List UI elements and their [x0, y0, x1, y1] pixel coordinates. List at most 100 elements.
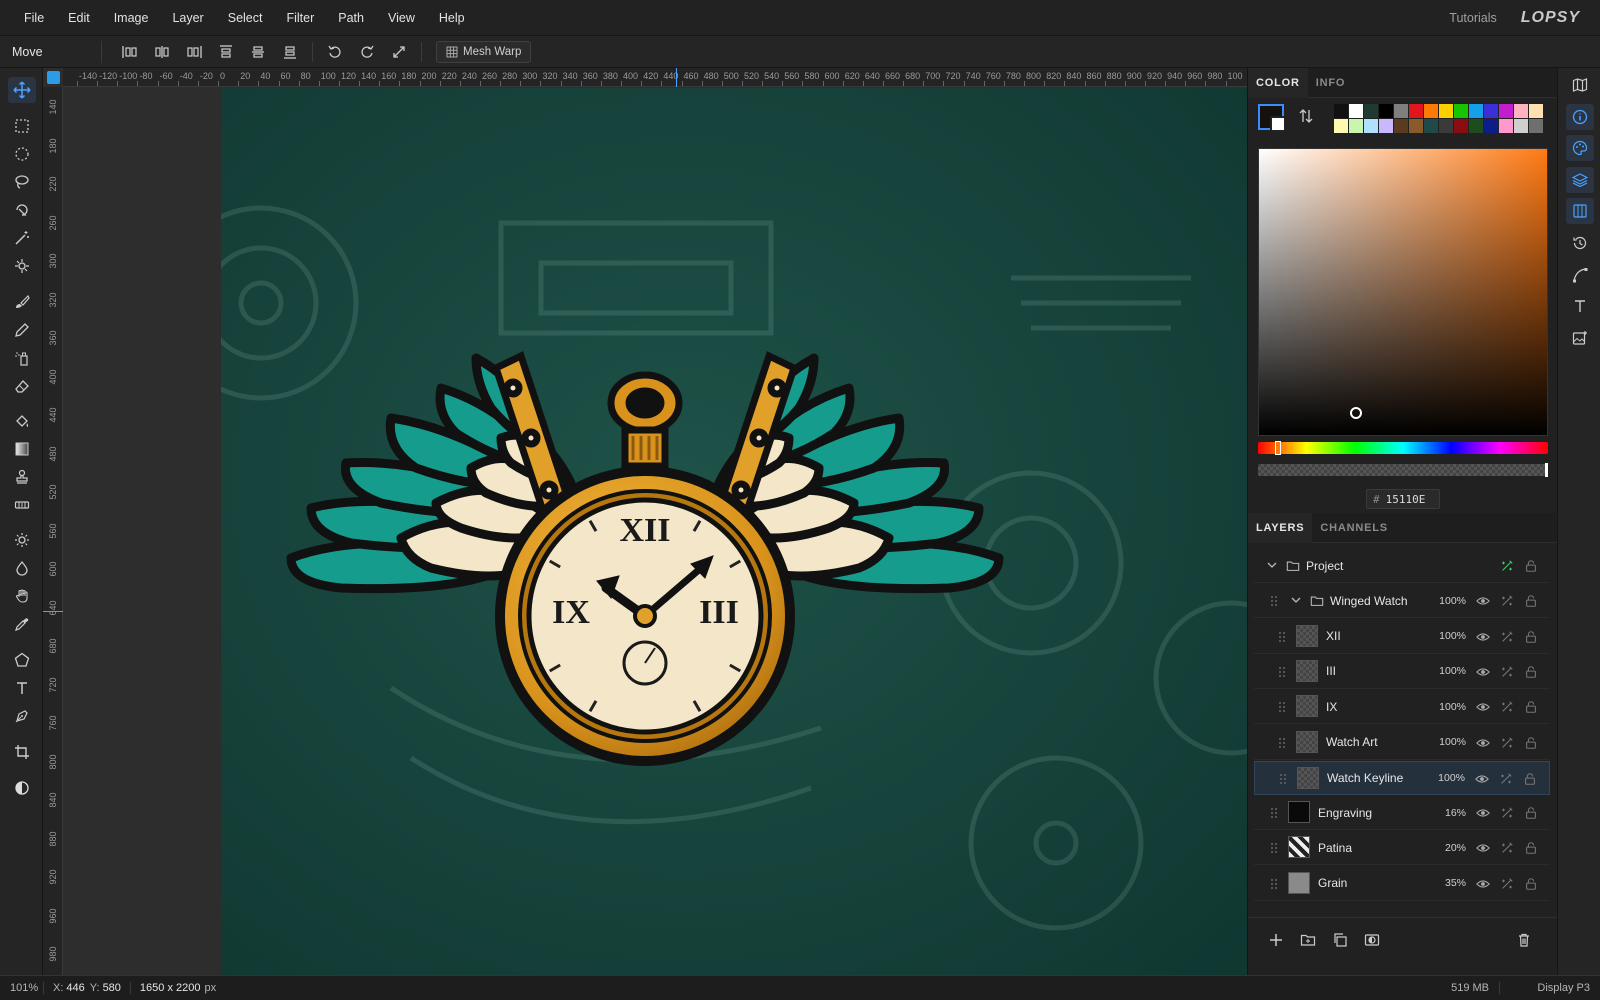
- layer-effects-icon[interactable]: [1500, 700, 1514, 714]
- drag-handle-icon[interactable]: [1278, 701, 1292, 715]
- layer-opacity[interactable]: 100%: [1426, 665, 1466, 677]
- layer-row[interactable]: IX 100%: [1254, 690, 1550, 725]
- layer-effects-icon[interactable]: [1500, 841, 1514, 855]
- quick-select-tool[interactable]: [8, 253, 36, 279]
- tab-info[interactable]: INFO: [1308, 68, 1353, 98]
- ellipse-select-tool[interactable]: [8, 141, 36, 167]
- menu-help[interactable]: Help: [427, 0, 477, 36]
- blur-tool[interactable]: [8, 555, 36, 581]
- clone-stamp-tool[interactable]: [8, 464, 36, 490]
- color-picker-handle[interactable]: [1350, 407, 1362, 419]
- hue-slider[interactable]: [1258, 441, 1548, 455]
- lock-icon[interactable]: [1523, 772, 1537, 786]
- layer-row[interactable]: Project: [1254, 549, 1550, 583]
- move-tool[interactable]: [8, 77, 36, 103]
- bucket-tool[interactable]: [8, 408, 36, 434]
- color-swatch[interactable]: [1379, 104, 1393, 118]
- spray-tool[interactable]: [8, 345, 36, 371]
- color-swatch[interactable]: [1484, 104, 1498, 118]
- color-swatch[interactable]: [1364, 119, 1378, 133]
- color-swatch[interactable]: [1469, 119, 1483, 133]
- color-swatch[interactable]: [1499, 104, 1513, 118]
- add-group-icon[interactable]: [1300, 932, 1316, 948]
- color-profile[interactable]: Display P3: [1537, 982, 1590, 994]
- drag-handle-icon[interactable]: [1278, 737, 1292, 751]
- trash-icon[interactable]: [1516, 932, 1532, 948]
- tutorials-link[interactable]: Tutorials: [1449, 11, 1496, 25]
- hex-input[interactable]: # 15110E: [1366, 489, 1440, 509]
- dodge-tool[interactable]: [8, 527, 36, 553]
- color-swatch[interactable]: [1349, 119, 1363, 133]
- color-swatch[interactable]: [1454, 104, 1468, 118]
- color-swatch[interactable]: [1484, 119, 1498, 133]
- color-swatch[interactable]: [1529, 104, 1543, 118]
- layer-row[interactable]: III 100%: [1254, 655, 1550, 689]
- color-swatch[interactable]: [1439, 119, 1453, 133]
- drag-handle-icon[interactable]: [1270, 807, 1284, 821]
- alpha-slider-handle[interactable]: [1545, 463, 1548, 477]
- channels-panel-button[interactable]: [1566, 198, 1594, 224]
- drag-handle-icon[interactable]: [1270, 595, 1284, 609]
- text-tool[interactable]: [8, 675, 36, 701]
- visibility-eye-icon[interactable]: [1475, 772, 1489, 786]
- layers-panel-button[interactable]: [1566, 167, 1594, 193]
- alpha-slider[interactable]: [1258, 463, 1548, 477]
- layer-opacity[interactable]: 100%: [1426, 736, 1466, 748]
- zoom-level[interactable]: 101%: [0, 982, 44, 994]
- layer-effects-icon[interactable]: [1499, 772, 1513, 786]
- drag-handle-icon[interactable]: [1278, 631, 1292, 645]
- layer-row[interactable]: Watch Keyline 100%: [1254, 760, 1550, 795]
- object-select-tool[interactable]: [8, 197, 36, 223]
- layer-effects-icon[interactable]: [1500, 630, 1514, 644]
- tab-layers[interactable]: LAYERS: [1248, 512, 1313, 543]
- color-swatch[interactable]: [1409, 104, 1423, 118]
- align-right-button[interactable]: [178, 40, 210, 64]
- add-mask-icon[interactable]: [1364, 932, 1380, 948]
- drag-handle-icon[interactable]: [1279, 773, 1293, 787]
- add-layer-icon[interactable]: [1268, 932, 1284, 948]
- tab-channels[interactable]: CHANNELS: [1312, 513, 1396, 543]
- lock-icon[interactable]: [1524, 700, 1538, 714]
- visibility-eye-icon[interactable]: [1476, 630, 1490, 644]
- visibility-eye-icon[interactable]: [1476, 594, 1490, 608]
- drag-handle-icon[interactable]: [1270, 842, 1284, 856]
- lock-icon[interactable]: [1524, 630, 1538, 644]
- align-hcenter-button[interactable]: [146, 40, 178, 64]
- color-swatch[interactable]: [1514, 104, 1528, 118]
- menu-image[interactable]: Image: [102, 0, 161, 36]
- expand-button[interactable]: [383, 40, 415, 64]
- lock-icon[interactable]: [1524, 594, 1538, 608]
- menu-view[interactable]: View: [376, 0, 427, 36]
- color-swatch[interactable]: [1424, 119, 1438, 133]
- color-swatch[interactable]: [1499, 119, 1513, 133]
- layer-effects-icon[interactable]: [1500, 594, 1514, 608]
- character-panel-button[interactable]: [1566, 293, 1594, 319]
- align-bottom-button[interactable]: [274, 40, 306, 64]
- menu-layer[interactable]: Layer: [160, 0, 215, 36]
- color-swatch[interactable]: [1469, 104, 1483, 118]
- lock-icon[interactable]: [1524, 806, 1538, 820]
- image-panel-button[interactable]: [1566, 325, 1594, 351]
- layer-effects-icon[interactable]: [1500, 806, 1514, 820]
- eraser-tool[interactable]: [8, 373, 36, 399]
- background-color-swatch[interactable]: [1270, 116, 1286, 132]
- layer-row[interactable]: Watch Art 100%: [1254, 726, 1550, 760]
- paths-panel-button[interactable]: [1566, 262, 1594, 288]
- rotate-ccw-button[interactable]: [319, 40, 351, 64]
- visibility-eye-icon[interactable]: [1476, 700, 1490, 714]
- ruler-corner[interactable]: [47, 71, 60, 84]
- tab-color[interactable]: COLOR: [1248, 67, 1308, 98]
- visibility-eye-icon[interactable]: [1476, 736, 1490, 750]
- rotate-cw-button[interactable]: [351, 40, 383, 64]
- color-swatch[interactable]: [1439, 104, 1453, 118]
- gradient-tool[interactable]: [8, 436, 36, 462]
- artwork[interactable]: XII IX III: [221, 88, 1247, 975]
- menu-select[interactable]: Select: [216, 0, 275, 36]
- layer-row[interactable]: Patina 20%: [1254, 831, 1550, 866]
- color-swatch[interactable]: [1394, 104, 1408, 118]
- lock-icon[interactable]: [1524, 665, 1538, 679]
- menu-file[interactable]: File: [12, 0, 56, 36]
- menu-edit[interactable]: Edit: [56, 0, 102, 36]
- color-panel-button[interactable]: [1566, 135, 1594, 161]
- info-panel-button[interactable]: [1566, 104, 1594, 130]
